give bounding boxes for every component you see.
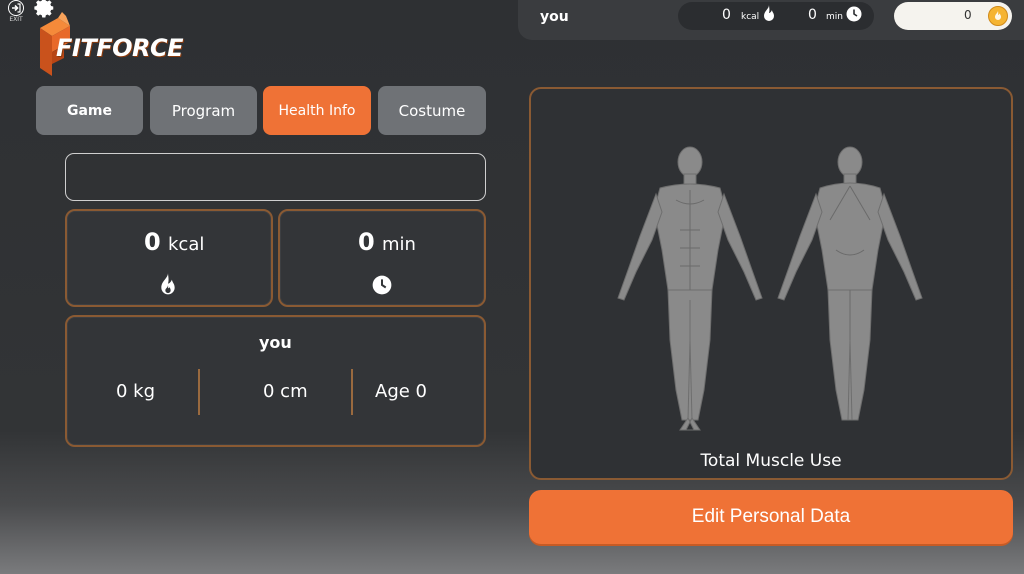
- top-kcal-value: 0: [722, 7, 731, 23]
- top-min-value: 0: [808, 7, 817, 23]
- info-field: [65, 153, 486, 201]
- tab-game[interactable]: Game: [36, 86, 143, 135]
- divider: [351, 369, 353, 415]
- coin-value: 0: [964, 8, 972, 22]
- kcal-value: 0: [144, 228, 161, 256]
- edit-personal-data-button[interactable]: Edit Personal Data: [529, 490, 1013, 544]
- min-value: 0: [358, 228, 375, 256]
- coin-icon: [988, 6, 1008, 26]
- min-unit: min: [382, 234, 416, 255]
- app-logo: FITFORCE: [36, 12, 183, 82]
- top-username: you: [540, 9, 569, 25]
- top-stats-pill: [678, 2, 874, 30]
- flame-icon: [158, 273, 178, 297]
- logo-text: FITFORCE: [56, 34, 183, 62]
- divider: [198, 369, 200, 415]
- tab-program[interactable]: Program: [150, 86, 257, 135]
- muscle-figure: [600, 140, 940, 440]
- muscle-label: Total Muscle Use: [700, 451, 842, 471]
- flame-icon: [762, 5, 776, 27]
- body-username: you: [259, 333, 292, 352]
- exit-icon: [8, 0, 24, 16]
- clock-icon: [372, 275, 392, 295]
- body-age: Age 0: [375, 381, 427, 402]
- clock-icon: [846, 6, 862, 26]
- kcal-unit: kcal: [168, 234, 205, 255]
- top-kcal-unit: kcal: [741, 12, 760, 22]
- exit-label: EXIT: [9, 16, 23, 23]
- tab-health-info[interactable]: Health Info: [263, 86, 371, 135]
- top-min-unit: min: [826, 12, 843, 22]
- body-weight: 0 kg: [116, 381, 156, 402]
- exit-button[interactable]: EXIT: [6, 0, 26, 23]
- body-height: 0 cm: [263, 381, 308, 402]
- tab-costume[interactable]: Costume: [378, 86, 486, 135]
